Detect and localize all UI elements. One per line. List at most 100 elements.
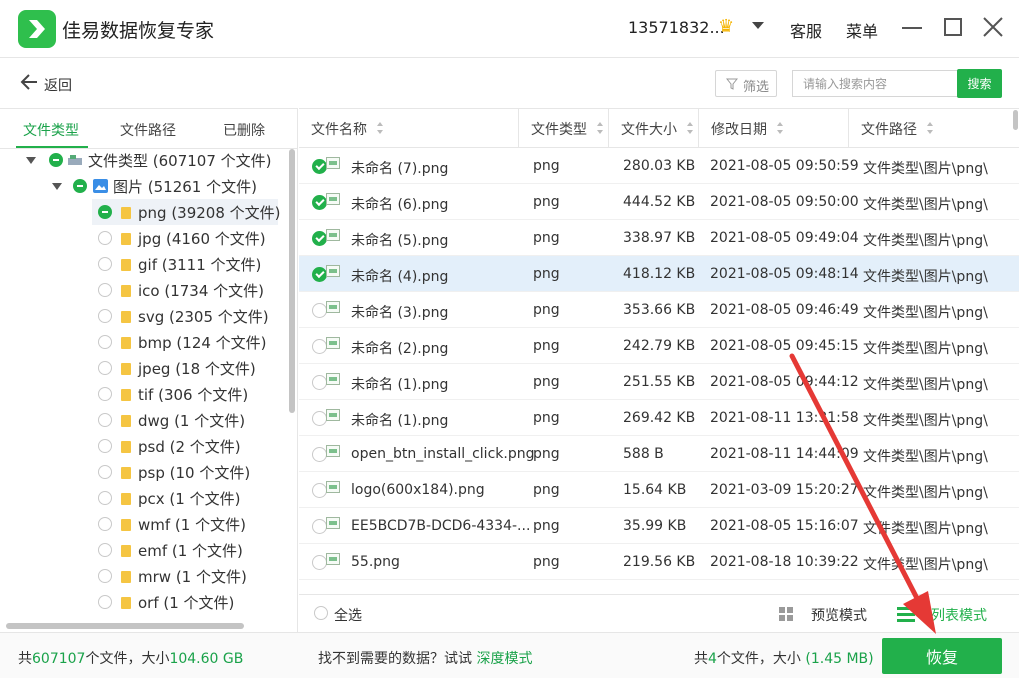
- tree-item[interactable]: psp (10 个文件): [0, 459, 290, 485]
- tree-item[interactable]: svg (2305 个文件): [0, 303, 290, 329]
- list-mode-icon[interactable]: [897, 606, 915, 622]
- row-checkbox[interactable]: [312, 447, 327, 462]
- tab-deleted[interactable]: 已删除: [223, 120, 265, 140]
- tree-item[interactable]: wmf (1 个文件): [0, 511, 290, 537]
- table-row[interactable]: 未命名 (2).png png 242.79 KB 2021-08-05 09:45:…: [299, 328, 1019, 364]
- row-checkbox[interactable]: [312, 339, 327, 354]
- tree-checkbox[interactable]: [98, 205, 112, 219]
- recover-button[interactable]: 恢复: [882, 638, 1002, 674]
- tree-checkbox[interactable]: [98, 517, 112, 531]
- minimize-icon[interactable]: [902, 27, 922, 29]
- maximize-icon[interactable]: [944, 18, 962, 36]
- tree-checkbox[interactable]: [98, 361, 112, 375]
- tree-checkbox[interactable]: [98, 465, 112, 479]
- table-vertical-scrollbar[interactable]: [1013, 110, 1018, 130]
- tree-item[interactable]: pcx (1 个文件): [0, 485, 290, 511]
- tree-item[interactable]: mrw (1 个文件): [0, 563, 290, 589]
- tab-file-type[interactable]: 文件类型: [23, 120, 79, 140]
- table-row[interactable]: 55.png png 219.56 KB 2021-08-18 10:39:22 文件类…: [299, 544, 1019, 580]
- row-checkbox[interactable]: [312, 303, 327, 318]
- tree-item[interactable]: ico (1734 个文件): [0, 277, 290, 303]
- tree-item[interactable]: jpeg (18 个文件): [0, 355, 290, 381]
- tree-checkbox[interactable]: [98, 595, 112, 609]
- table-row[interactable]: 未命名 (6).png png 444.52 KB 2021-08-05 09:50:…: [299, 184, 1019, 220]
- search-button[interactable]: 搜索: [957, 69, 1002, 98]
- tree-checkbox[interactable]: [98, 491, 112, 505]
- table-row[interactable]: logo(600x184).png png 15.64 KB 2021-03-09 1…: [299, 472, 1019, 508]
- table-row[interactable]: 未命名 (5).png png 338.97 KB 2021-08-05 09:49:…: [299, 220, 1019, 256]
- tree-checkbox[interactable]: [49, 153, 63, 167]
- row-checkbox[interactable]: [312, 555, 327, 570]
- table-row[interactable]: 未命名 (1).png png 269.42 KB 2021-08-11 13:31:…: [299, 400, 1019, 436]
- column-header-name[interactable]: 文件名称: [299, 109, 519, 147]
- customer-service-button[interactable]: 客服: [790, 18, 822, 42]
- tree-item[interactable]: psd (2 个文件): [0, 433, 290, 459]
- file-date: 2021-08-05 09:46:49: [710, 302, 859, 318]
- tree-item[interactable]: emf (1 个文件): [0, 537, 290, 563]
- tree-item[interactable]: jpg (4160 个文件): [0, 225, 290, 251]
- table-row[interactable]: 未命名 (1).png png 251.55 KB 2021-08-05 09:44:…: [299, 364, 1019, 400]
- tree-checkbox[interactable]: [98, 309, 112, 323]
- tree-horizontal-scrollbar[interactable]: [6, 623, 244, 629]
- tree-item[interactable]: bmp (124 个文件): [0, 329, 290, 355]
- row-checkbox[interactable]: [312, 519, 327, 534]
- tree-checkbox[interactable]: [98, 257, 112, 271]
- column-header-path[interactable]: 文件路径: [849, 109, 1017, 147]
- deep-mode-link[interactable]: 深度模式: [476, 651, 532, 667]
- tree-checkbox[interactable]: [98, 413, 112, 427]
- tree-item[interactable]: tif (306 个文件): [0, 381, 290, 407]
- tree-item[interactable]: gif (3111 个文件): [0, 251, 290, 277]
- expand-caret-icon[interactable]: [26, 157, 36, 164]
- preview-mode-icon[interactable]: [779, 607, 793, 621]
- file-size: 444.52 KB: [623, 194, 696, 210]
- filter-button[interactable]: 筛选: [715, 70, 777, 97]
- user-dropdown-icon[interactable]: [752, 22, 764, 29]
- list-mode-button[interactable]: 列表模式: [931, 605, 987, 625]
- table-row[interactable]: open_btn_install_click.png png 588 B 2021-0…: [299, 436, 1019, 472]
- tree-item[interactable]: 图片 (51261 个文件): [0, 173, 290, 199]
- preview-mode-button[interactable]: 预览模式: [811, 605, 867, 625]
- tree-checkbox[interactable]: [98, 439, 112, 453]
- column-header-size[interactable]: 文件大小: [609, 109, 699, 147]
- tree-item[interactable]: dwg (1 个文件): [0, 407, 290, 433]
- tab-file-path[interactable]: 文件路径: [120, 120, 176, 140]
- tree-checkbox[interactable]: [98, 283, 112, 297]
- table-row[interactable]: EE5BCD7B-DCD6-4334-... png 35.99 KB 2021-08…: [299, 508, 1019, 544]
- search-input[interactable]: [792, 70, 958, 97]
- tree-label: bmp (124 个文件): [138, 334, 267, 352]
- expand-caret-icon[interactable]: [52, 183, 62, 190]
- row-checkbox[interactable]: [312, 267, 327, 282]
- row-checkbox[interactable]: [312, 411, 327, 426]
- user-account[interactable]: 13571832...: [628, 18, 725, 37]
- tree-checkbox[interactable]: [98, 335, 112, 349]
- tree-checkbox[interactable]: [98, 569, 112, 583]
- png-file-icon: [326, 229, 340, 241]
- tree-checkbox[interactable]: [73, 179, 87, 193]
- file-name: 未命名 (1).png: [351, 377, 449, 393]
- select-all-checkbox[interactable]: [314, 606, 328, 620]
- row-checkbox[interactable]: [312, 231, 327, 246]
- row-checkbox[interactable]: [312, 159, 327, 174]
- tree-label: ico (1734 个文件): [138, 282, 265, 300]
- menu-button[interactable]: 菜单: [846, 18, 878, 42]
- close-icon[interactable]: [982, 16, 1004, 38]
- table-row[interactable]: 未命名 (3).png png 353.66 KB 2021-08-05 09:46:…: [299, 292, 1019, 328]
- tree-checkbox[interactable]: [98, 387, 112, 401]
- select-all-label[interactable]: 全选: [334, 605, 362, 625]
- tree-item[interactable]: orf (1 个文件): [0, 589, 290, 615]
- row-checkbox[interactable]: [312, 483, 327, 498]
- table-row[interactable]: 未命名 (4).png png 418.12 KB 2021-08-05 09:48:…: [299, 256, 1019, 292]
- row-checkbox[interactable]: [312, 375, 327, 390]
- tree-item[interactable]: png (39208 个文件): [0, 199, 290, 225]
- tree-checkbox[interactable]: [98, 231, 112, 245]
- total-count: 607107: [32, 651, 86, 667]
- png-file-icon: [326, 301, 340, 313]
- tree-item[interactable]: 文件类型 (607107 个文件): [0, 147, 290, 173]
- tree-vertical-scrollbar[interactable]: [289, 149, 295, 413]
- row-checkbox[interactable]: [312, 195, 327, 210]
- column-header-type[interactable]: 文件类型: [519, 109, 609, 147]
- table-row[interactable]: 未命名 (7).png png 280.03 KB 2021-08-05 09:50:…: [299, 148, 1019, 184]
- column-header-date[interactable]: 修改日期: [699, 109, 849, 147]
- tree-checkbox[interactable]: [98, 543, 112, 557]
- file-path: 文件类型\图片\png\: [863, 521, 988, 537]
